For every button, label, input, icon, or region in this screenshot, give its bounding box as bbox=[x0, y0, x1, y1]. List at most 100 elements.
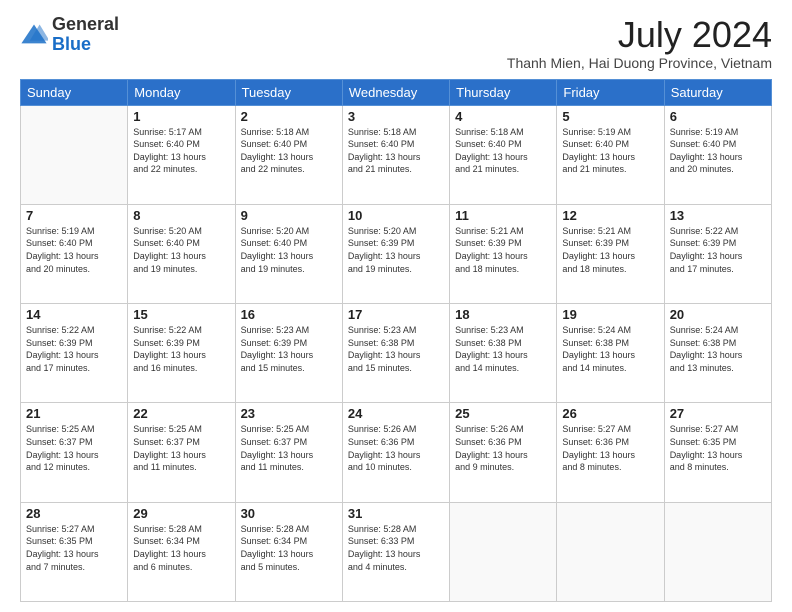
calendar-cell bbox=[21, 105, 128, 204]
col-thursday: Thursday bbox=[450, 79, 557, 105]
day-number: 17 bbox=[348, 307, 444, 322]
location-subtitle: Thanh Mien, Hai Duong Province, Vietnam bbox=[507, 55, 772, 71]
calendar-cell: 19 Sunrise: 5:24 AM Sunset: 6:38 PM Dayli… bbox=[557, 304, 664, 403]
calendar-cell: 2 Sunrise: 5:18 AM Sunset: 6:40 PM Daylig… bbox=[235, 105, 342, 204]
calendar-cell: 10 Sunrise: 5:20 AM Sunset: 6:39 PM Dayli… bbox=[342, 204, 449, 303]
day-info: Sunrise: 5:19 AM Sunset: 6:40 PM Dayligh… bbox=[562, 126, 658, 176]
day-info: Sunrise: 5:23 AM Sunset: 6:38 PM Dayligh… bbox=[348, 324, 444, 374]
day-info: Sunrise: 5:27 AM Sunset: 6:36 PM Dayligh… bbox=[562, 423, 658, 473]
day-info: Sunrise: 5:20 AM Sunset: 6:39 PM Dayligh… bbox=[348, 225, 444, 275]
calendar-cell: 7 Sunrise: 5:19 AM Sunset: 6:40 PM Daylig… bbox=[21, 204, 128, 303]
calendar-cell: 5 Sunrise: 5:19 AM Sunset: 6:40 PM Daylig… bbox=[557, 105, 664, 204]
day-info: Sunrise: 5:17 AM Sunset: 6:40 PM Dayligh… bbox=[133, 126, 229, 176]
calendar-cell: 8 Sunrise: 5:20 AM Sunset: 6:40 PM Daylig… bbox=[128, 204, 235, 303]
day-info: Sunrise: 5:28 AM Sunset: 6:34 PM Dayligh… bbox=[133, 523, 229, 573]
day-info: Sunrise: 5:20 AM Sunset: 6:40 PM Dayligh… bbox=[241, 225, 337, 275]
logo: General Blue bbox=[20, 15, 119, 55]
day-number: 6 bbox=[670, 109, 766, 124]
day-number: 27 bbox=[670, 406, 766, 421]
calendar-cell: 29Sunrise: 5:28 AM Sunset: 6:34 PM Dayli… bbox=[128, 502, 235, 601]
calendar-week-2: 7 Sunrise: 5:19 AM Sunset: 6:40 PM Daylig… bbox=[21, 204, 772, 303]
col-friday: Friday bbox=[557, 79, 664, 105]
day-number: 3 bbox=[348, 109, 444, 124]
day-number: 24 bbox=[348, 406, 444, 421]
day-info: Sunrise: 5:18 AM Sunset: 6:40 PM Dayligh… bbox=[241, 126, 337, 176]
calendar-cell: 24Sunrise: 5:26 AM Sunset: 6:36 PM Dayli… bbox=[342, 403, 449, 502]
calendar-cell: 21 Sunrise: 5:25 AM Sunset: 6:37 PM Dayli… bbox=[21, 403, 128, 502]
day-info: Sunrise: 5:19 AM Sunset: 6:40 PM Dayligh… bbox=[26, 225, 122, 275]
day-number: 16 bbox=[241, 307, 337, 322]
day-number: 7 bbox=[26, 208, 122, 223]
calendar-cell: 16 Sunrise: 5:23 AM Sunset: 6:39 PM Dayli… bbox=[235, 304, 342, 403]
day-info: Sunrise: 5:27 AM Sunset: 6:35 PM Dayligh… bbox=[26, 523, 122, 573]
title-section: July 2024 Thanh Mien, Hai Duong Province… bbox=[507, 15, 772, 71]
day-info: Sunrise: 5:24 AM Sunset: 6:38 PM Dayligh… bbox=[670, 324, 766, 374]
col-sunday: Sunday bbox=[21, 79, 128, 105]
day-info: Sunrise: 5:28 AM Sunset: 6:33 PM Dayligh… bbox=[348, 523, 444, 573]
day-number: 20 bbox=[670, 307, 766, 322]
calendar-cell: 28 Sunrise: 5:27 AM Sunset: 6:35 PM Dayli… bbox=[21, 502, 128, 601]
calendar-cell bbox=[664, 502, 771, 601]
calendar-cell: 11Sunrise: 5:21 AM Sunset: 6:39 PM Dayli… bbox=[450, 204, 557, 303]
day-number: 21 bbox=[26, 406, 122, 421]
day-number: 23 bbox=[241, 406, 337, 421]
day-info: Sunrise: 5:24 AM Sunset: 6:38 PM Dayligh… bbox=[562, 324, 658, 374]
day-info: Sunrise: 5:28 AM Sunset: 6:34 PM Dayligh… bbox=[241, 523, 337, 573]
col-tuesday: Tuesday bbox=[235, 79, 342, 105]
calendar-week-1: 1Sunrise: 5:17 AM Sunset: 6:40 PM Daylig… bbox=[21, 105, 772, 204]
day-number: 31 bbox=[348, 506, 444, 521]
day-number: 25 bbox=[455, 406, 551, 421]
day-number: 4 bbox=[455, 109, 551, 124]
day-info: Sunrise: 5:22 AM Sunset: 6:39 PM Dayligh… bbox=[133, 324, 229, 374]
calendar-cell: 13 Sunrise: 5:22 AM Sunset: 6:39 PM Dayli… bbox=[664, 204, 771, 303]
day-info: Sunrise: 5:22 AM Sunset: 6:39 PM Dayligh… bbox=[670, 225, 766, 275]
day-info: Sunrise: 5:26 AM Sunset: 6:36 PM Dayligh… bbox=[455, 423, 551, 473]
calendar-table: Sunday Monday Tuesday Wednesday Thursday… bbox=[20, 79, 772, 602]
calendar-cell: 4 Sunrise: 5:18 AM Sunset: 6:40 PM Daylig… bbox=[450, 105, 557, 204]
logo-icon bbox=[20, 21, 48, 49]
day-number: 18 bbox=[455, 307, 551, 322]
day-number: 22 bbox=[133, 406, 229, 421]
calendar-cell: 27Sunrise: 5:27 AM Sunset: 6:35 PM Dayli… bbox=[664, 403, 771, 502]
day-number: 2 bbox=[241, 109, 337, 124]
calendar-cell: 6 Sunrise: 5:19 AM Sunset: 6:40 PM Daylig… bbox=[664, 105, 771, 204]
col-monday: Monday bbox=[128, 79, 235, 105]
day-number: 10 bbox=[348, 208, 444, 223]
calendar-cell: 20 Sunrise: 5:24 AM Sunset: 6:38 PM Dayli… bbox=[664, 304, 771, 403]
day-number: 9 bbox=[241, 208, 337, 223]
day-info: Sunrise: 5:18 AM Sunset: 6:40 PM Dayligh… bbox=[348, 126, 444, 176]
day-info: Sunrise: 5:25 AM Sunset: 6:37 PM Dayligh… bbox=[133, 423, 229, 473]
calendar-cell: 25 Sunrise: 5:26 AM Sunset: 6:36 PM Dayli… bbox=[450, 403, 557, 502]
day-number: 13 bbox=[670, 208, 766, 223]
calendar-cell: 31 Sunrise: 5:28 AM Sunset: 6:33 PM Dayli… bbox=[342, 502, 449, 601]
calendar-cell bbox=[450, 502, 557, 601]
day-number: 5 bbox=[562, 109, 658, 124]
day-info: Sunrise: 5:25 AM Sunset: 6:37 PM Dayligh… bbox=[26, 423, 122, 473]
calendar-cell: 14Sunrise: 5:22 AM Sunset: 6:39 PM Dayli… bbox=[21, 304, 128, 403]
day-number: 8 bbox=[133, 208, 229, 223]
calendar-cell: 26Sunrise: 5:27 AM Sunset: 6:36 PM Dayli… bbox=[557, 403, 664, 502]
calendar-cell: 18 Sunrise: 5:23 AM Sunset: 6:38 PM Dayli… bbox=[450, 304, 557, 403]
calendar-cell: 1Sunrise: 5:17 AM Sunset: 6:40 PM Daylig… bbox=[128, 105, 235, 204]
calendar-cell: 12 Sunrise: 5:21 AM Sunset: 6:39 PM Dayli… bbox=[557, 204, 664, 303]
day-number: 12 bbox=[562, 208, 658, 223]
day-info: Sunrise: 5:19 AM Sunset: 6:40 PM Dayligh… bbox=[670, 126, 766, 176]
day-number: 28 bbox=[26, 506, 122, 521]
calendar-cell: 17 Sunrise: 5:23 AM Sunset: 6:38 PM Dayli… bbox=[342, 304, 449, 403]
day-info: Sunrise: 5:23 AM Sunset: 6:38 PM Dayligh… bbox=[455, 324, 551, 374]
col-wednesday: Wednesday bbox=[342, 79, 449, 105]
day-info: Sunrise: 5:20 AM Sunset: 6:40 PM Dayligh… bbox=[133, 225, 229, 275]
day-number: 30 bbox=[241, 506, 337, 521]
day-info: Sunrise: 5:23 AM Sunset: 6:39 PM Dayligh… bbox=[241, 324, 337, 374]
day-number: 19 bbox=[562, 307, 658, 322]
day-info: Sunrise: 5:18 AM Sunset: 6:40 PM Dayligh… bbox=[455, 126, 551, 176]
header-row: Sunday Monday Tuesday Wednesday Thursday… bbox=[21, 79, 772, 105]
col-saturday: Saturday bbox=[664, 79, 771, 105]
day-info: Sunrise: 5:25 AM Sunset: 6:37 PM Dayligh… bbox=[241, 423, 337, 473]
day-info: Sunrise: 5:21 AM Sunset: 6:39 PM Dayligh… bbox=[562, 225, 658, 275]
calendar-cell: 23 Sunrise: 5:25 AM Sunset: 6:37 PM Dayli… bbox=[235, 403, 342, 502]
calendar-cell: 30 Sunrise: 5:28 AM Sunset: 6:34 PM Dayli… bbox=[235, 502, 342, 601]
page: General Blue July 2024 Thanh Mien, Hai D… bbox=[0, 0, 792, 612]
calendar-cell: 22 Sunrise: 5:25 AM Sunset: 6:37 PM Dayli… bbox=[128, 403, 235, 502]
day-info: Sunrise: 5:22 AM Sunset: 6:39 PM Dayligh… bbox=[26, 324, 122, 374]
